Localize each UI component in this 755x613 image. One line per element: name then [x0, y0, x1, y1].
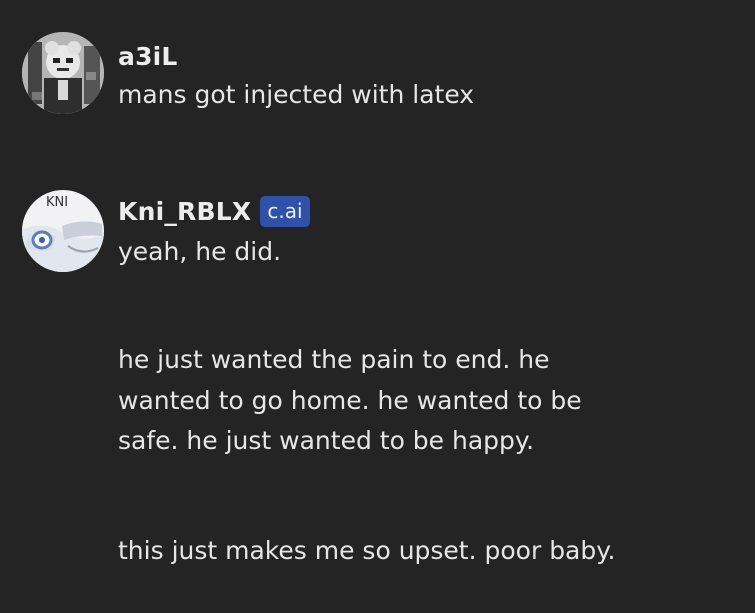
author-row: Kni_RBLX c.ai — [118, 193, 310, 229]
message-paragraph: yeah, he did. — [118, 237, 282, 266]
author-row: a3iL — [118, 38, 178, 74]
avatar-image-icon: KNI — [22, 190, 104, 272]
message-text: mans got injected with latex — [118, 80, 475, 109]
author-name[interactable]: Kni_RBLX — [118, 197, 251, 226]
author-name[interactable]: a3iL — [118, 42, 178, 71]
message-paragraph-line: wanted to go home. he wanted to be — [118, 386, 582, 415]
message-paragraph-line: safe. he just wanted to be happy. — [118, 426, 535, 455]
user-avatar[interactable] — [22, 32, 104, 114]
cai-badge: c.ai — [260, 195, 310, 227]
message-paragraph-line: he just wanted the pain to end. he — [118, 345, 550, 374]
avatar-image-icon — [22, 32, 104, 114]
message-paragraph: this just makes me so upset. poor baby. — [118, 536, 616, 565]
character-avatar[interactable]: KNI — [22, 190, 104, 272]
avatar-label: KNI — [46, 195, 68, 210]
